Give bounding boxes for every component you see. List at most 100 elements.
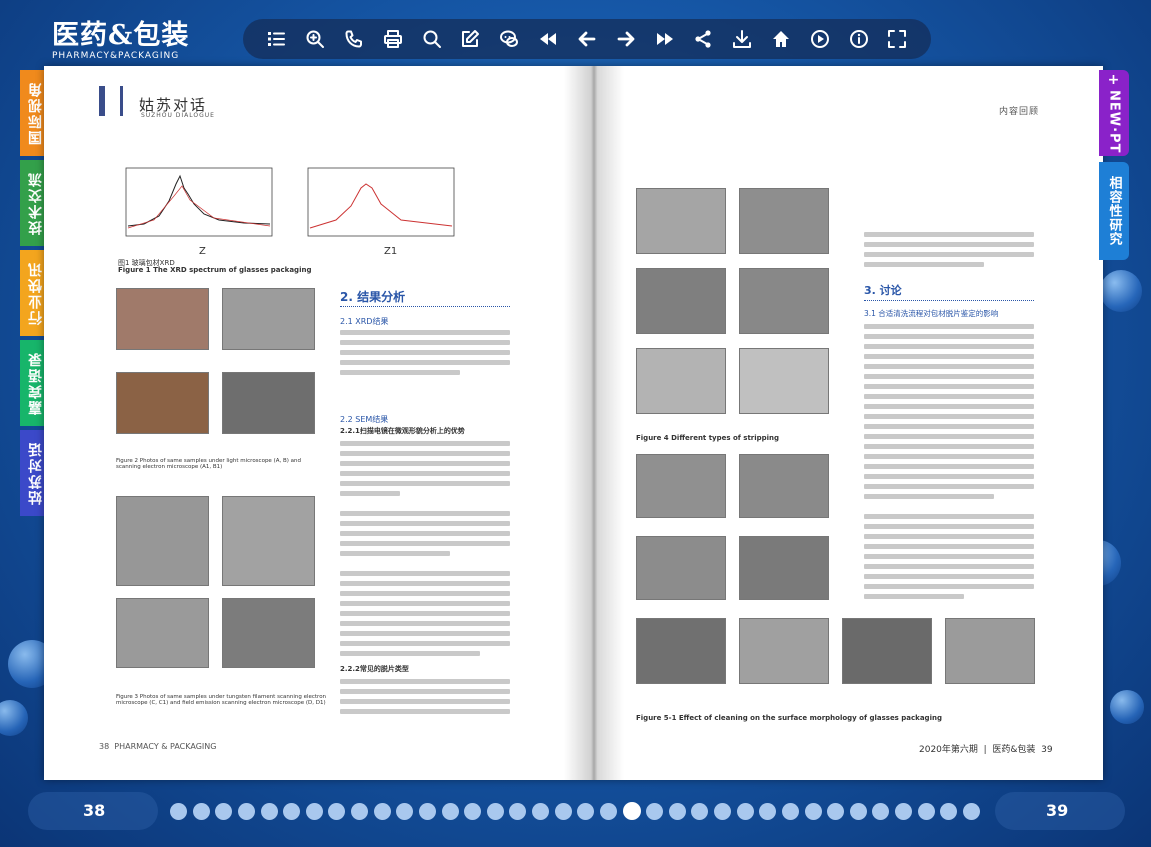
print-icon[interactable]	[382, 28, 404, 50]
left-tab-label: 行业快讯	[28, 261, 44, 325]
fullscreen-icon[interactable]	[886, 28, 908, 50]
page-dot[interactable]	[917, 802, 935, 820]
page-dot[interactable]	[237, 802, 255, 820]
page-dot[interactable]	[827, 802, 845, 820]
page-dot[interactable]	[962, 802, 980, 820]
micrograph-b	[116, 372, 209, 434]
xrd-chart-z	[125, 167, 273, 237]
zoom-in-icon[interactable]	[304, 28, 326, 50]
page-dot[interactable]	[668, 802, 686, 820]
section-heading: 2. 结果分析	[340, 290, 406, 304]
page-dot[interactable]	[486, 802, 504, 820]
right-tab[interactable]: 相容性研究	[1099, 162, 1129, 260]
micrograph-i	[636, 536, 726, 600]
page-dot[interactable]	[509, 802, 527, 820]
page-dot[interactable]	[736, 802, 754, 820]
play-icon[interactable]	[809, 28, 831, 50]
micrograph-d	[116, 598, 209, 668]
molecule-ball	[1110, 690, 1144, 724]
section-rule	[864, 300, 1034, 301]
phone-icon[interactable]	[343, 28, 365, 50]
viewer-toolbar	[243, 19, 931, 59]
page-dot[interactable]	[622, 802, 641, 820]
page-dot[interactable]	[577, 802, 595, 820]
header-logo-icon	[99, 86, 123, 116]
page-header: 内容回顾	[999, 107, 1040, 117]
page-dot[interactable]	[328, 802, 346, 820]
micrograph-j	[636, 618, 726, 684]
section-heading: 3. 讨论	[864, 284, 902, 297]
page-dot[interactable]	[192, 802, 210, 820]
right-tab-label: NEW·PT	[1106, 90, 1122, 154]
page-dot[interactable]	[599, 802, 617, 820]
share-icon[interactable]	[692, 28, 714, 50]
page-dot[interactable]	[872, 802, 890, 820]
molecule-ball	[0, 700, 28, 736]
micrograph-h1	[739, 454, 829, 518]
left-page-number: 38	[83, 801, 106, 820]
download-icon[interactable]	[731, 28, 753, 50]
page-dot[interactable]	[646, 802, 664, 820]
page-dot[interactable]	[759, 802, 777, 820]
page-dot[interactable]	[895, 802, 912, 820]
left-tab-label: 技术交流	[28, 171, 44, 235]
page-dot[interactable]	[691, 802, 709, 820]
page-dot[interactable]	[940, 802, 958, 820]
page-dot[interactable]	[781, 802, 799, 820]
page-dot[interactable]	[418, 802, 436, 820]
micrograph-k1	[945, 618, 1035, 684]
figure-1-caption-en: Figure 1 The XRD spectrum of glasses pac…	[118, 266, 312, 274]
right-page: 内容回顾 Figure 4 Different types of strippi…	[574, 66, 1103, 780]
home-icon[interactable]	[770, 28, 792, 50]
micrograph-g1	[739, 348, 829, 414]
fig-label-z1: Z1	[384, 246, 398, 257]
xrd-chart-z1	[307, 167, 455, 237]
last-page-icon[interactable]	[654, 28, 676, 50]
subheading-xrd: 2.1 XRD结果	[340, 317, 389, 326]
page-dot[interactable]	[260, 802, 278, 820]
list-icon[interactable]	[265, 28, 287, 50]
page-dot[interactable]	[305, 802, 323, 820]
figure-2-caption-en: Figure 2 Photos of same samples under li…	[116, 458, 301, 470]
page-dot[interactable]	[554, 802, 572, 820]
prev-page-icon[interactable]	[576, 28, 598, 50]
micrograph-f1	[739, 268, 829, 334]
micrograph-f	[636, 268, 726, 334]
info-icon[interactable]	[848, 28, 870, 50]
page-dot[interactable]	[170, 802, 187, 820]
next-page-icon[interactable]	[615, 28, 637, 50]
page-dot[interactable]	[283, 802, 301, 820]
fig-label-z: Z	[199, 246, 206, 257]
left-tab-label: 嘉宾语录	[28, 351, 44, 415]
left-tab-label: 姑苏对话	[28, 441, 44, 505]
micrograph-d1	[222, 598, 315, 668]
plus-icon: +	[1107, 72, 1121, 89]
micrograph-a1	[222, 288, 315, 350]
page-dot[interactable]	[373, 802, 391, 820]
left-tab-label: 国际视角	[28, 81, 44, 145]
micrograph-h	[636, 454, 726, 518]
magazine-spread: 姑苏对话 SUZHOU DIALOGUE Z Z1 图1 玻璃包材XRD Fig…	[44, 66, 1103, 780]
search-icon[interactable]	[421, 28, 443, 50]
page-dot[interactable]	[215, 802, 233, 820]
subheading-sem: 2.2 SEM结果	[340, 415, 389, 424]
logo-en: PHARMACY&PACKAGING	[52, 51, 180, 61]
page-dot[interactable]	[849, 802, 867, 820]
micrograph-b1	[222, 372, 315, 434]
page-dot[interactable]	[804, 802, 822, 820]
micrograph-e1	[739, 188, 829, 254]
micrograph-a	[116, 288, 209, 350]
chat-icon[interactable]	[498, 28, 520, 50]
page-dot[interactable]	[464, 802, 482, 820]
brand-logo: 医药&包装 PHARMACY&PACKAGING	[52, 22, 189, 61]
page-dot[interactable]	[714, 802, 731, 820]
micrograph-k	[842, 618, 932, 684]
right-tab[interactable]: + NEW·PT	[1099, 70, 1129, 156]
edit-icon[interactable]	[459, 28, 481, 50]
page-dot[interactable]	[532, 802, 549, 820]
first-page-icon[interactable]	[537, 28, 559, 50]
page-dot[interactable]	[351, 802, 368, 820]
page-dot[interactable]	[396, 802, 414, 820]
book-spine	[564, 66, 624, 780]
page-dot[interactable]	[441, 802, 459, 820]
